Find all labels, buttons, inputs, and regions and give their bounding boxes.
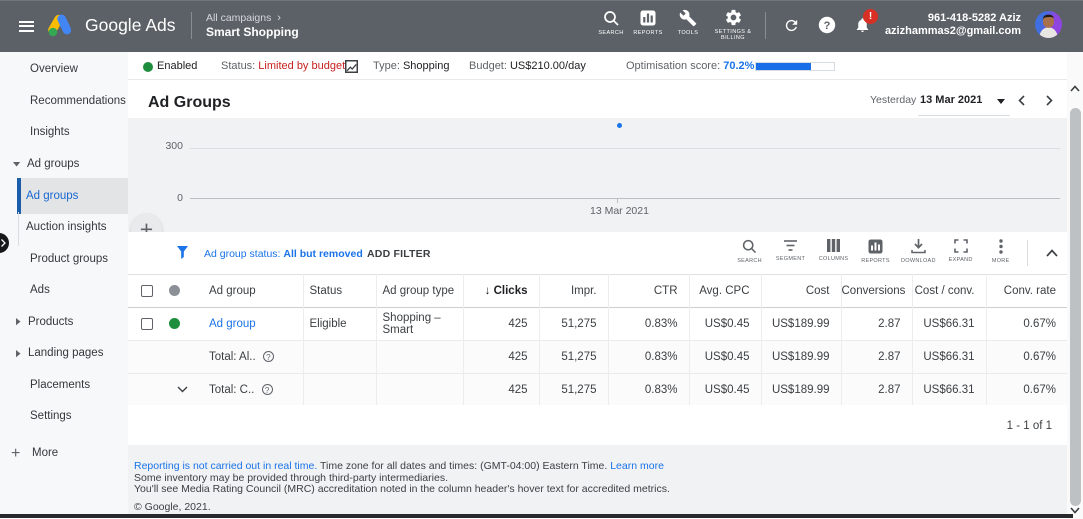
svg-text:?: ? bbox=[824, 20, 831, 32]
